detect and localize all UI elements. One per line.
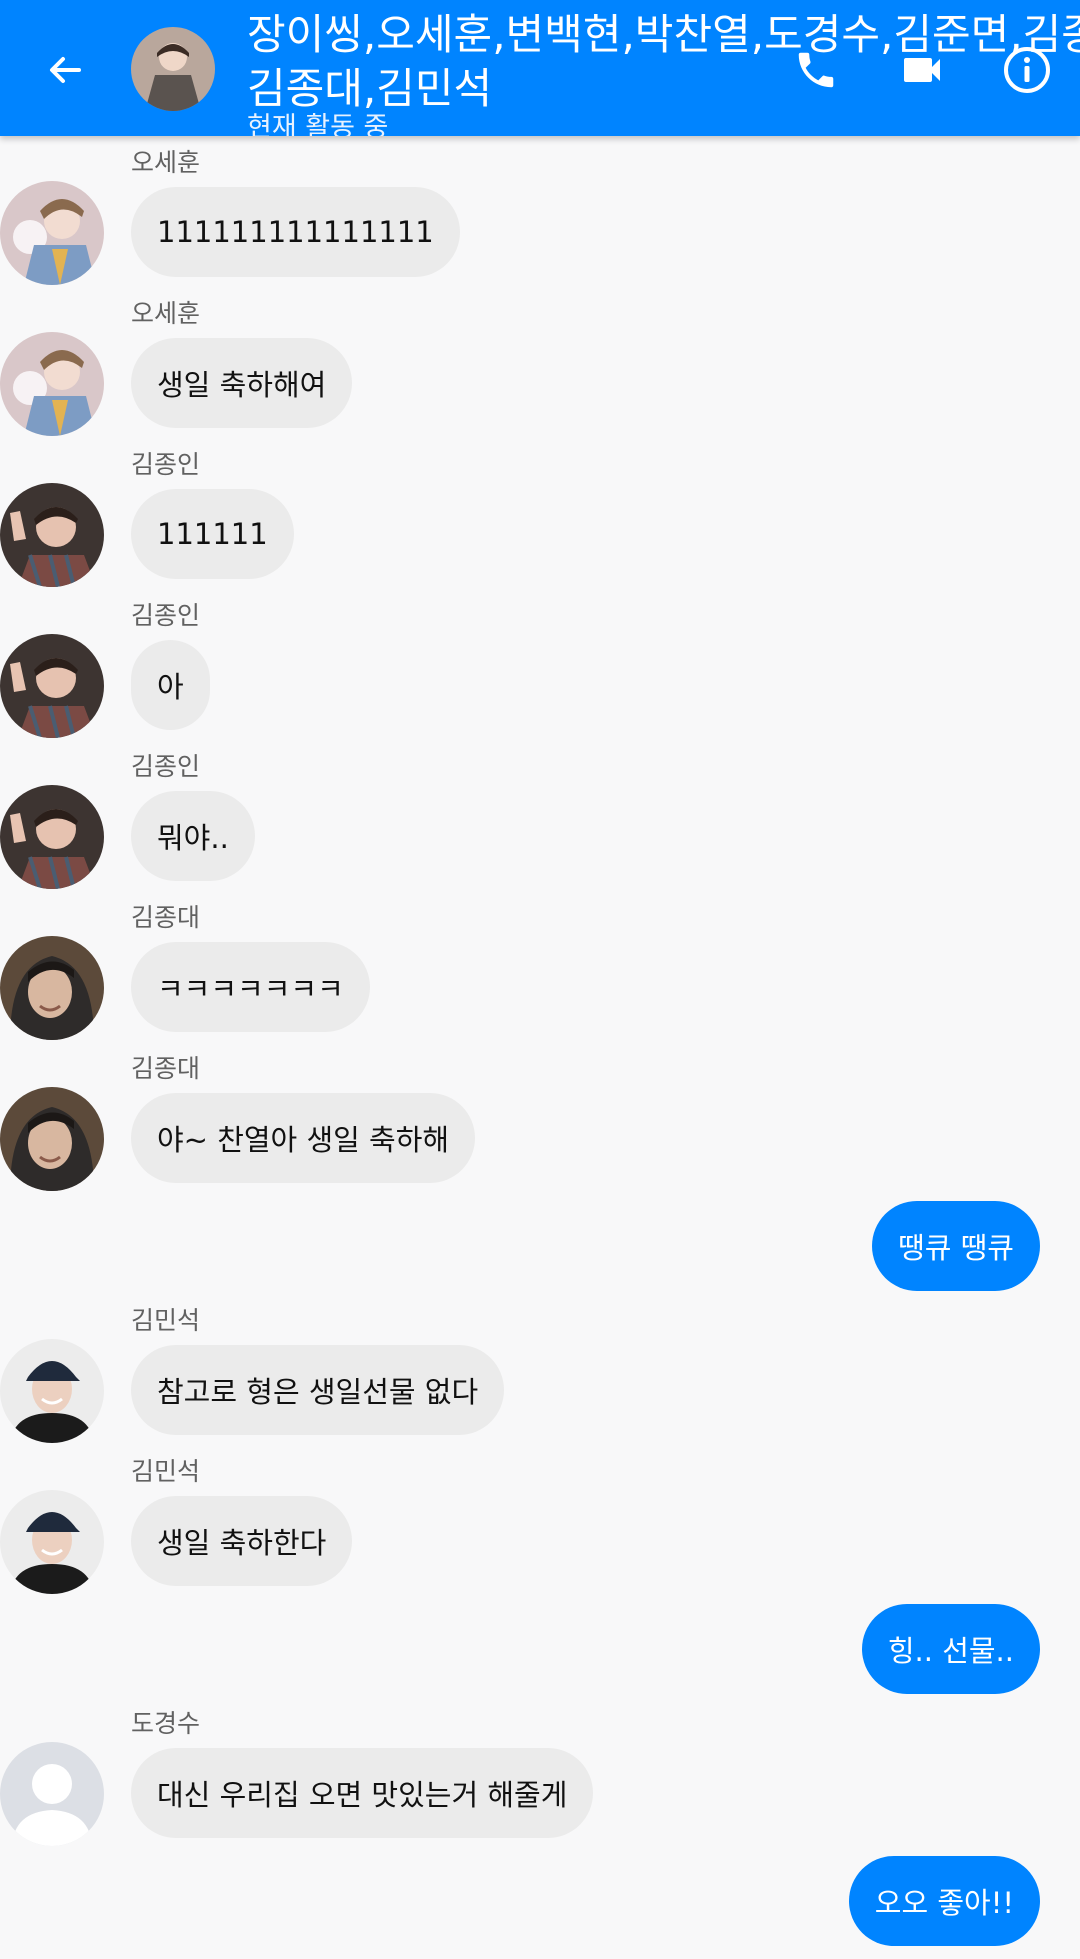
message-list[interactable]: 오세훈 111111111111111 오세훈 생일 축하해여 김종인 1111… xyxy=(0,0,1080,1959)
sender-name: 김종대 xyxy=(131,1054,201,1083)
message-text: 땡큐 땡큐 xyxy=(898,1231,1014,1265)
message-text: 생일 축하한다 xyxy=(157,1526,327,1560)
video-camera-icon xyxy=(898,46,946,94)
message-bubble-incoming[interactable]: 대신 우리집 오면 맛있는거 해줄게 xyxy=(131,1748,594,1838)
message-text: 야~ 찬열아 생일 축하해 xyxy=(157,1123,450,1157)
avatar[interactable] xyxy=(0,634,104,738)
chat-header: 장이씽,오세훈,변백현,박찬열,도경수,김준면,김종인, 김종대,김민석 현재 … xyxy=(0,0,1080,136)
message-text: 뭐야.. xyxy=(157,821,229,855)
avatar[interactable] xyxy=(0,332,104,436)
sender-name: 김종인 xyxy=(131,752,201,781)
message-text: 힝.. 선물.. xyxy=(887,1634,1014,1668)
message-bubble-incoming[interactable]: 111111 xyxy=(131,489,294,579)
sender-name: 김민석 xyxy=(131,1306,201,1335)
message-text: 오오 좋아!! xyxy=(874,1886,1014,1920)
avatar[interactable] xyxy=(0,1490,104,1594)
avatar[interactable] xyxy=(0,483,104,587)
message-bubble-incoming[interactable]: 111111111111111 xyxy=(131,187,460,277)
arrow-left-icon xyxy=(45,50,85,90)
phone-icon xyxy=(793,47,839,93)
active-status: 현재 활동 중 xyxy=(247,112,389,136)
message-bubble-incoming[interactable]: ㅋㅋㅋㅋㅋㅋㅋ xyxy=(131,942,370,1032)
avatar[interactable] xyxy=(0,936,104,1040)
message-text: 아 xyxy=(157,670,184,704)
sender-name: 김종인 xyxy=(131,450,201,479)
sender-name: 김종인 xyxy=(131,601,201,630)
sender-name: 김종대 xyxy=(131,903,201,932)
message-bubble-incoming[interactable]: 생일 축하해여 xyxy=(131,338,353,428)
message-bubble-incoming[interactable]: 참고로 형은 생일선물 없다 xyxy=(131,1345,505,1435)
message-text: 111111 xyxy=(157,517,268,551)
message-text: 대신 우리집 오면 맛있는거 해줄게 xyxy=(157,1778,568,1812)
info-icon xyxy=(1002,45,1052,95)
default-avatar[interactable] xyxy=(0,1742,104,1846)
avatar[interactable] xyxy=(0,1087,104,1191)
message-bubble-outgoing[interactable]: 힝.. 선물.. xyxy=(861,1604,1040,1694)
info-button[interactable] xyxy=(993,36,1061,104)
video-call-button[interactable] xyxy=(888,36,956,104)
message-text: ㅋㅋㅋㅋㅋㅋㅋ xyxy=(157,972,344,1006)
message-text: 생일 축하해여 xyxy=(157,368,327,402)
message-bubble-outgoing[interactable]: 땡큐 땡큐 xyxy=(872,1201,1040,1291)
sender-name: 오세훈 xyxy=(131,148,201,177)
message-bubble-incoming[interactable]: 야~ 찬열아 생일 축하해 xyxy=(131,1093,476,1183)
message-bubble-outgoing[interactable]: 오오 좋아!! xyxy=(848,1856,1040,1946)
avatar[interactable] xyxy=(0,181,104,285)
back-button[interactable] xyxy=(30,35,100,105)
call-button[interactable] xyxy=(782,36,850,104)
message-bubble-incoming[interactable]: 뭐야.. xyxy=(131,791,255,881)
message-text: 111111111111111 xyxy=(157,215,434,249)
group-avatar[interactable] xyxy=(131,27,215,111)
message-bubble-incoming[interactable]: 생일 축하한다 xyxy=(131,1496,353,1586)
message-bubble-incoming[interactable]: 아 xyxy=(131,640,210,730)
sender-name: 오세훈 xyxy=(131,299,201,328)
avatar[interactable] xyxy=(0,1339,104,1443)
sender-name: 김민석 xyxy=(131,1457,201,1486)
avatar[interactable] xyxy=(0,785,104,889)
sender-name: 도경수 xyxy=(131,1709,201,1738)
message-text: 참고로 형은 생일선물 없다 xyxy=(157,1375,479,1409)
